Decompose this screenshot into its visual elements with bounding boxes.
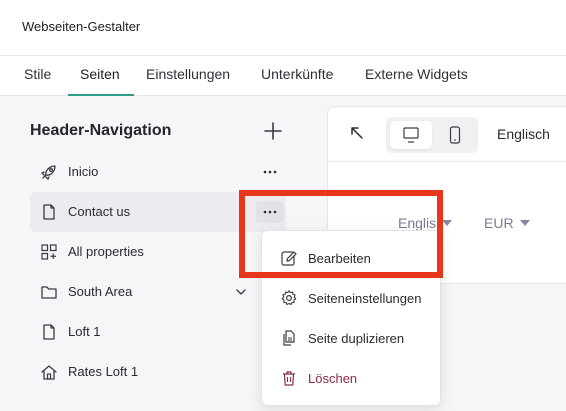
duplicate-icon <box>283 330 295 346</box>
currency-select[interactable]: EUR <box>484 215 530 231</box>
nav-item-contact-us[interactable]: Contact us <box>30 192 286 232</box>
edit-icon <box>281 251 297 266</box>
chevron-down-icon[interactable] <box>234 285 248 299</box>
nav-item-inicio[interactable]: Inicio <box>30 152 286 192</box>
grid-add-icon <box>41 244 57 260</box>
caret-down-icon <box>442 220 453 226</box>
house-icon <box>41 365 57 380</box>
add-page-button[interactable] <box>262 120 284 142</box>
caret-down-icon <box>519 220 530 226</box>
gear-icon <box>281 290 297 306</box>
menu-item-duplicate[interactable]: Seite duplizieren <box>262 320 442 356</box>
nav-item-all-properties[interactable]: All properties <box>30 232 286 272</box>
nav-item-label: Rates Loft 1 <box>68 364 139 379</box>
smartphone-icon <box>449 126 461 144</box>
arrow-up-left-icon[interactable] <box>348 124 366 142</box>
nav-item-label: Inicio <box>68 164 99 179</box>
tab-bar: Stile Seiten Einstellungen Unterkünfte E… <box>0 57 566 96</box>
more-horizontal-icon <box>263 210 277 214</box>
tab-externe-widgets[interactable]: Externe Widgets <box>365 66 468 82</box>
nav-item-label: Contact us <box>68 204 131 219</box>
trash-icon <box>283 371 295 386</box>
currency-select-value: EUR <box>484 215 514 231</box>
menu-item-label: Bearbeiten <box>308 251 371 266</box>
nav-item-label: Loft 1 <box>68 324 101 339</box>
menu-item-label: Seiteneinstellungen <box>308 291 422 306</box>
nav-item-south-area[interactable]: South Area <box>30 272 286 312</box>
page-icon <box>43 324 55 340</box>
menu-item-label: Seite duplizieren <box>308 331 405 346</box>
preview-toolbar: Englisch <box>328 107 566 162</box>
tab-unterkuenfte[interactable]: Unterkünfte <box>261 66 333 82</box>
menu-item-page-settings[interactable]: Seiteneinstellungen <box>262 280 442 316</box>
more-options-button[interactable] <box>256 201 284 223</box>
more-horizontal-icon <box>263 170 277 174</box>
folder-icon <box>41 286 57 299</box>
more-options-button[interactable] <box>256 161 284 183</box>
nav-item-rates-loft-1[interactable]: Rates Loft 1 <box>30 352 286 392</box>
desktop-view-button[interactable] <box>390 121 432 149</box>
section-title: Header-Navigation <box>30 122 172 139</box>
language-select[interactable]: Englis <box>398 215 453 231</box>
tab-stile[interactable]: Stile <box>24 66 51 82</box>
mobile-view-button[interactable] <box>436 121 474 149</box>
language-select-value: Englis <box>398 215 437 231</box>
nav-item-label: South Area <box>68 284 133 299</box>
menu-item-delete[interactable]: Löschen <box>262 360 442 396</box>
page-context-menu: Bearbeiten Seiteneinstellungen Seite dup… <box>261 230 441 406</box>
language-label[interactable]: Englisch <box>497 126 550 142</box>
device-toggle <box>386 117 478 153</box>
nav-item-label: All properties <box>68 244 144 259</box>
plus-icon <box>264 122 282 140</box>
nav-item-loft-1[interactable]: Loft 1 <box>30 312 286 352</box>
app-title: Webseiten-Gestalter <box>22 19 141 34</box>
tab-seiten[interactable]: Seiten <box>80 66 120 82</box>
page-icon <box>43 204 55 220</box>
menu-item-edit[interactable]: Bearbeiten <box>262 240 442 276</box>
tab-einstellungen[interactable]: Einstellungen <box>146 66 230 82</box>
app-header: Webseiten-Gestalter <box>0 0 566 56</box>
menu-item-label: Löschen <box>308 371 358 386</box>
monitor-icon <box>403 127 419 143</box>
rocket-icon <box>40 165 56 181</box>
